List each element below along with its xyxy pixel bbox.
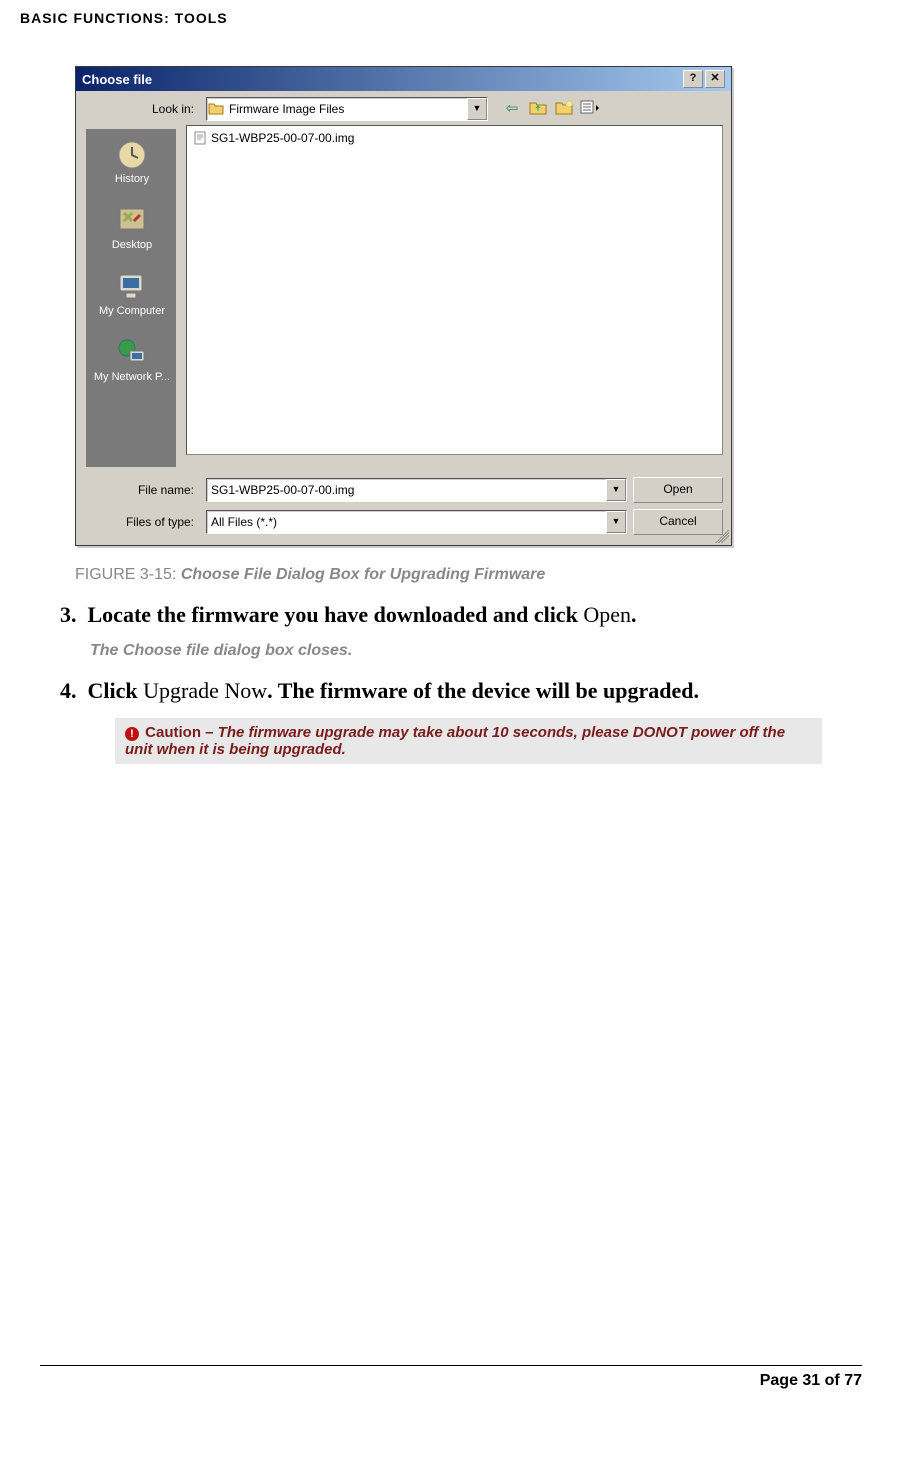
resize-grip-icon[interactable] — [715, 529, 729, 543]
new-folder-icon[interactable] — [554, 99, 574, 119]
file-icon — [193, 131, 207, 145]
caution-text: – The firmware upgrade may take about 10… — [125, 724, 785, 758]
page-header: BASIC FUNCTIONS: TOOLS — [20, 0, 882, 36]
files-of-type-label: Files of type: — [84, 515, 200, 529]
folder-open-icon — [207, 101, 225, 118]
open-button[interactable]: Open — [633, 477, 723, 503]
file-name-value: SG1-WBP25-00-07-00.img — [207, 483, 606, 497]
network-icon — [114, 335, 150, 369]
views-icon[interactable] — [580, 99, 600, 119]
caution-label: Caution — [145, 724, 201, 741]
caution-box: ! Caution – The firmware upgrade may tak… — [115, 718, 822, 764]
dropdown-icon[interactable]: ▼ — [606, 479, 626, 501]
up-folder-icon[interactable] — [528, 99, 548, 119]
place-desktop[interactable]: Desktop — [88, 203, 176, 265]
dropdown-icon[interactable]: ▼ — [606, 511, 626, 533]
look-in-value: Firmware Image Files — [225, 102, 467, 116]
files-of-type-combo[interactable]: All Files (*.*) ▼ — [206, 510, 627, 534]
file-name-label: File name: — [84, 483, 200, 497]
place-my-computer[interactable]: My Computer — [88, 269, 176, 331]
choose-file-dialog: Choose file ? ✕ Look in: Firmware Image … — [75, 66, 732, 546]
dropdown-icon[interactable]: ▼ — [467, 98, 487, 120]
look-in-combo[interactable]: Firmware Image Files ▼ — [206, 97, 488, 121]
files-of-type-value: All Files (*.*) — [207, 515, 606, 529]
caution-icon: ! — [125, 727, 139, 741]
computer-icon — [114, 269, 150, 303]
history-icon — [114, 137, 150, 171]
desktop-icon — [114, 203, 150, 237]
step-3-sub: The Choose file dialog box closes. — [90, 642, 842, 660]
look-in-label: Look in: — [84, 102, 200, 116]
page-footer: Page 31 of 77 — [40, 1365, 862, 1390]
back-icon[interactable]: ⇦ — [502, 99, 522, 119]
step-4: 4. Click Upgrade Now. The firmware of th… — [60, 678, 842, 704]
cancel-button[interactable]: Cancel — [633, 509, 723, 535]
figure-label: FIGURE 3-15: — [75, 566, 176, 583]
places-bar: History Desktop My Computer — [76, 125, 186, 471]
figure-title: Choose File Dialog Box for Upgrading Fir… — [181, 566, 545, 583]
dialog-titlebar: Choose file ? ✕ — [76, 67, 731, 91]
help-button[interactable]: ? — [683, 70, 703, 88]
step-3: 3. Locate the firmware you have download… — [60, 602, 842, 628]
place-history[interactable]: History — [88, 137, 176, 199]
figure-caption: FIGURE 3-15: Choose File Dialog Box for … — [75, 566, 882, 584]
file-name: SG1-WBP25-00-07-00.img — [211, 131, 354, 145]
file-item[interactable]: SG1-WBP25-00-07-00.img — [191, 130, 718, 146]
file-list[interactable]: SG1-WBP25-00-07-00.img — [186, 125, 723, 455]
close-button[interactable]: ✕ — [705, 70, 725, 88]
file-name-input[interactable]: SG1-WBP25-00-07-00.img ▼ — [206, 478, 627, 502]
dialog-title: Choose file — [82, 72, 152, 87]
place-my-network[interactable]: My Network P... — [88, 335, 176, 397]
